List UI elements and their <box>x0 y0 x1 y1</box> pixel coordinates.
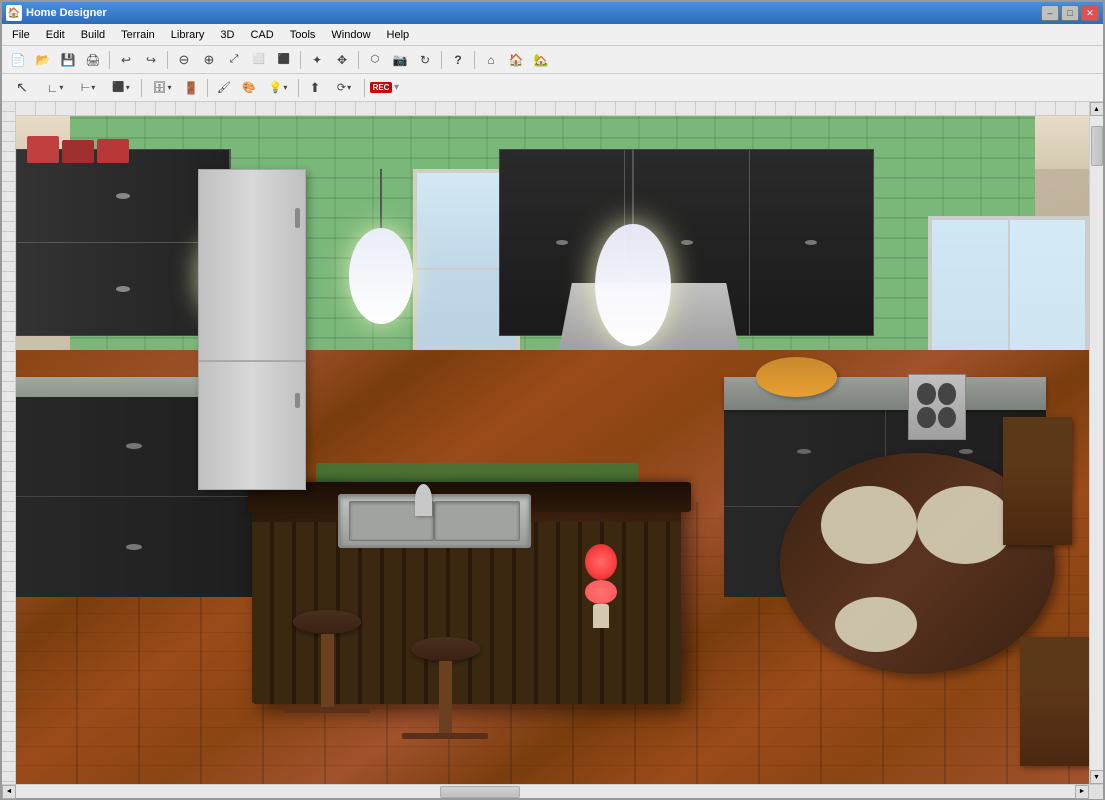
bottom-bar: ◄ ► <box>2 784 1103 798</box>
barstool-1 <box>284 610 370 730</box>
zoom-in-button[interactable]: ⊕ <box>197 49 221 71</box>
scrollbar-down-button[interactable]: ▼ <box>1090 770 1104 784</box>
countertop-right <box>724 377 1046 410</box>
menu-edit[interactable]: Edit <box>38 24 73 45</box>
tb-sep-2 <box>167 51 168 69</box>
zoom-box-button[interactable]: ⬜ <box>247 49 271 71</box>
select-button[interactable]: ✦ <box>305 49 329 71</box>
3d-view-button[interactable]: ⬡ <box>363 49 387 71</box>
toolbar-row-1: 📄 📂 💾 🖨 ↩ ↪ ⊖ ⊕ ⤢ ⬜ ⬛ <box>2 46 1103 74</box>
tb-sep-3 <box>300 51 301 69</box>
arrow-select-button[interactable]: ↖ <box>6 77 38 99</box>
roof-button[interactable]: ⌂ <box>479 49 503 71</box>
title-bar-buttons: – □ ✕ <box>1041 5 1099 21</box>
light-button[interactable]: 💡 ▾ <box>262 77 294 99</box>
tb2-sep-2 <box>207 79 208 97</box>
main-area: ▲ ▼ <box>2 102 1103 784</box>
barstool-2 <box>402 637 488 757</box>
tb2-sep-3 <box>298 79 299 97</box>
tb-sep-5 <box>441 51 442 69</box>
scrollbar-thumb-bottom[interactable] <box>440 786 520 798</box>
transform-button[interactable]: ⟳ ▾ <box>328 77 360 99</box>
pendant-light-2 <box>349 169 413 316</box>
home-button[interactable]: 🏠 <box>504 49 528 71</box>
object-button[interactable]: ⬛ ▾ <box>105 77 137 99</box>
menu-terrain[interactable]: Terrain <box>113 24 163 45</box>
kitchen-scene <box>16 116 1089 784</box>
menu-build[interactable]: Build <box>73 24 113 45</box>
redo-button[interactable]: ↪ <box>139 49 163 71</box>
orbit-button[interactable]: ↻ <box>413 49 437 71</box>
exterior-button[interactable]: 🏡 <box>529 49 553 71</box>
new-button[interactable]: 📄 <box>6 49 30 71</box>
rec-badge: REC <box>370 82 393 93</box>
menu-file[interactable]: File <box>4 24 38 45</box>
rec-button[interactable]: REC <box>369 77 393 99</box>
island-sink <box>338 494 531 547</box>
toolbar-row-2: ↖ ∟ ▾ ⊢ ▾ ⬛ ▾ 🗄 ▾ 🚪 🖌 🎨 💡 ▾ <box>2 74 1103 102</box>
tb-sep-1 <box>109 51 110 69</box>
maximize-button[interactable]: □ <box>1061 5 1079 21</box>
camera-3d-button[interactable]: 📷 <box>388 49 412 71</box>
open-button[interactable]: 📂 <box>31 49 55 71</box>
title-bar-left: 🏠 Home Designer <box>6 5 107 21</box>
ruler-left <box>2 102 16 784</box>
menu-tools[interactable]: Tools <box>282 24 324 45</box>
cabinet-decor <box>27 136 188 163</box>
close-button[interactable]: ✕ <box>1081 5 1099 21</box>
tb-sep-4 <box>358 51 359 69</box>
minimize-button[interactable]: – <box>1041 5 1059 21</box>
scrollbar-up-button[interactable]: ▲ <box>1090 102 1104 116</box>
title-bar: 🏠 Home Designer – □ ✕ <box>2 2 1103 24</box>
main-window: 🏠 Home Designer – □ ✕ File Edit Build Te… <box>0 0 1105 800</box>
polyline-button[interactable]: ∟ ▾ <box>39 77 71 99</box>
scrollbar-thumb-right[interactable] <box>1091 126 1103 166</box>
zoom-out-button[interactable]: ⊖ <box>172 49 196 71</box>
material-button[interactable]: 🎨 <box>237 77 261 99</box>
fit-screen-button[interactable]: ⤢ <box>222 49 246 71</box>
paint-brush-button[interactable]: 🖌 <box>212 77 236 99</box>
refrigerator <box>198 169 305 490</box>
undo-button[interactable]: ↩ <box>114 49 138 71</box>
app-icon: 🏠 <box>6 5 22 21</box>
tb2-sep-4 <box>364 79 365 97</box>
dining-area <box>746 417 1089 784</box>
up-arrow-button[interactable]: ⬆ <box>303 77 327 99</box>
tb2-sep-1 <box>141 79 142 97</box>
ruler-top <box>16 102 1089 116</box>
tb-sep-6 <box>474 51 475 69</box>
scrollbar-left-button[interactable]: ◄ <box>2 785 16 799</box>
menu-library[interactable]: Library <box>163 24 213 45</box>
flower-vase <box>574 544 628 624</box>
menu-window[interactable]: Window <box>323 24 378 45</box>
save-button[interactable]: 💾 <box>56 49 80 71</box>
scroll-corner <box>1089 785 1103 799</box>
scrollbar-track-right[interactable] <box>1090 116 1103 770</box>
island-faucet <box>415 484 432 516</box>
dimension-button[interactable]: ⊢ ▾ <box>72 77 104 99</box>
window-title: Home Designer <box>26 7 107 19</box>
scrollbar-right[interactable]: ▲ ▼ <box>1089 102 1103 784</box>
menu-3d[interactable]: 3D <box>212 24 242 45</box>
pan-button[interactable]: ✥ <box>330 49 354 71</box>
door-button[interactable]: 🚪 <box>179 77 203 99</box>
pendant-light-3 <box>595 149 670 336</box>
scrollbar-track-bottom[interactable] <box>16 785 1075 798</box>
canvas-area[interactable] <box>16 102 1089 784</box>
menu-help[interactable]: Help <box>379 24 418 45</box>
print-button[interactable]: 🖨 <box>81 49 105 71</box>
cabinet-button[interactable]: 🗄 ▾ <box>146 77 178 99</box>
fill-button[interactable]: ⬛ <box>272 49 296 71</box>
menu-cad[interactable]: CAD <box>242 24 281 45</box>
help-button[interactable]: ? <box>446 49 470 71</box>
scrollbar-right-button[interactable]: ► <box>1075 785 1089 799</box>
menu-bar: File Edit Build Terrain Library 3D CAD T… <box>2 24 1103 46</box>
